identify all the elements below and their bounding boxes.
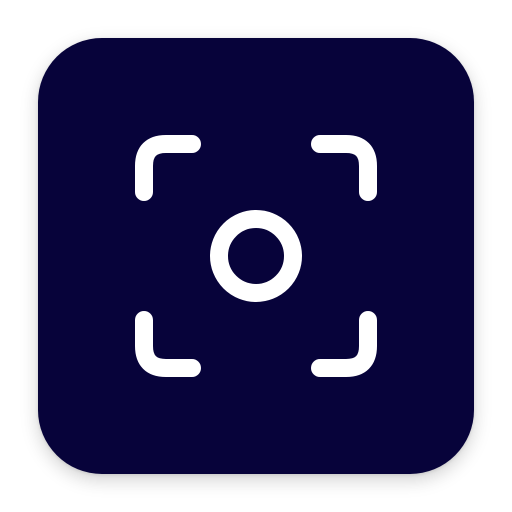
corner-bracket-bottom-right — [311, 311, 377, 377]
corner-bracket-bottom-left — [135, 311, 201, 377]
corner-bracket-top-left — [135, 135, 201, 201]
viewfinder-focus-icon — [135, 135, 377, 377]
focus-circle — [210, 210, 302, 302]
corner-bracket-top-right — [311, 135, 377, 201]
icon-canvas — [0, 0, 512, 512]
